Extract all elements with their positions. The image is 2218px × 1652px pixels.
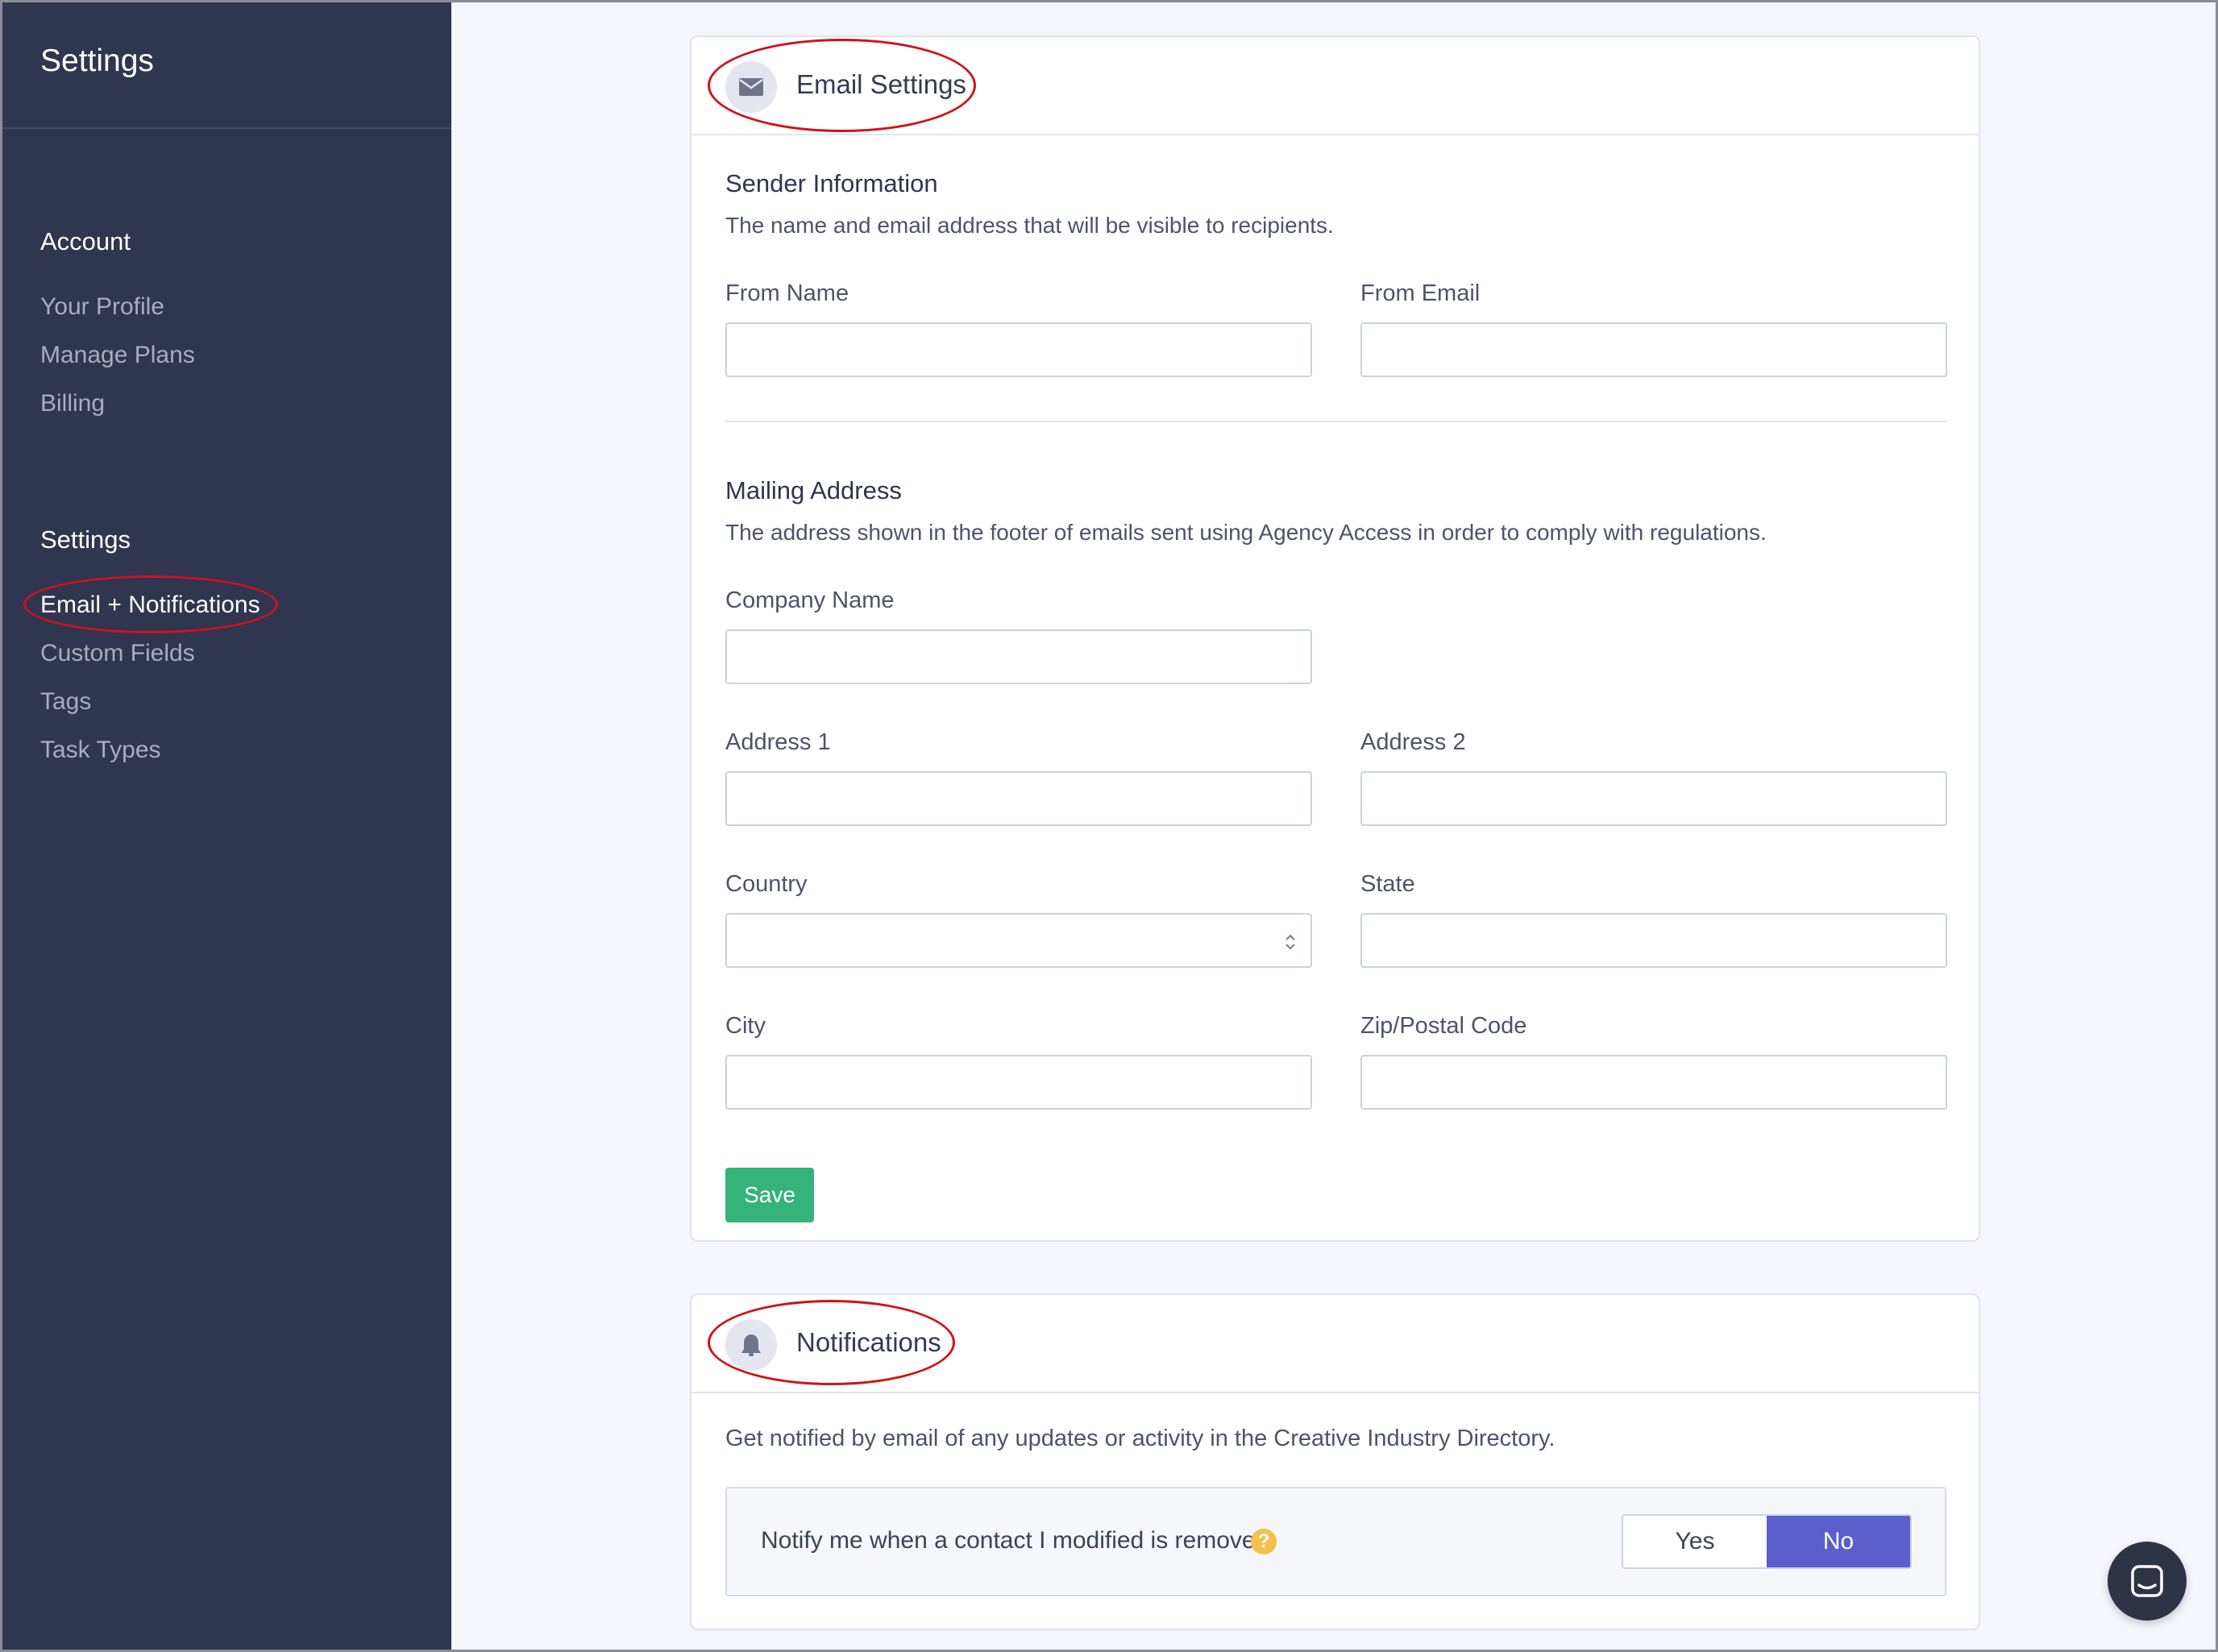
yes-no-toggle: Yes No [1622,1514,1912,1569]
select-arrows-icon [1286,934,1295,950]
sidebar-title: Settings [40,44,154,78]
notifications-header: Notifications [692,1295,1979,1393]
from-email-input[interactable] [1360,322,1947,377]
address1-label: Address 1 [725,729,831,755]
toggle-yes-option[interactable]: Yes [1623,1516,1767,1567]
address2-input[interactable] [1360,771,1947,826]
sender-information-description: The name and email address that will be … [725,213,1334,238]
sidebar-divider [0,127,451,129]
notifications-description: Get notified by email of any updates or … [725,1426,1556,1451]
sidebar: Settings Account Your Profile Manage Pla… [0,0,451,1652]
sidebar-item-email-notifications[interactable]: Email + Notifications [40,591,260,619]
envelope-icon [725,61,777,113]
section-divider [725,421,1946,422]
sidebar-item-tags[interactable]: Tags [40,688,91,716]
bell-icon [725,1319,777,1371]
email-settings-card: Email Settings Sender Information The na… [690,35,1980,1242]
sidebar-item-manage-plans[interactable]: Manage Plans [40,342,195,369]
toggle-no-option[interactable]: No [1767,1516,1910,1567]
email-settings-header: Email Settings [692,37,1979,135]
state-input[interactable] [1360,913,1947,968]
country-label: Country [725,871,808,897]
chat-icon [2131,1565,2163,1597]
notification-setting-label: Notify me when a contact I modified is r… [761,1527,1269,1554]
mailing-address-description: The address shown in the footer of email… [725,520,1767,545]
notifications-card: Notifications Get notified by email of a… [690,1293,1980,1630]
save-button[interactable]: Save [725,1168,814,1222]
sidebar-item-custom-fields[interactable]: Custom Fields [40,640,195,667]
from-name-label: From Name [725,280,849,306]
country-select[interactable] [725,913,1312,968]
sidebar-heading-account: Account [40,227,131,255]
notification-setting-row: Notify me when a contact I modified is r… [725,1487,1946,1596]
city-label: City [725,1013,766,1039]
address2-label: Address 2 [1360,729,1466,755]
company-name-input[interactable] [725,629,1312,684]
notifications-title: Notifications [796,1327,941,1357]
sidebar-heading-settings: Settings [40,525,131,554]
zip-label: Zip/Postal Code [1360,1013,1527,1039]
sidebar-item-your-profile[interactable]: Your Profile [40,293,164,321]
company-name-label: Company Name [725,587,895,613]
email-settings-title: Email Settings [796,69,966,99]
help-icon[interactable]: ? [1251,1529,1277,1554]
sidebar-item-task-types[interactable]: Task Types [40,737,161,764]
sender-information-title: Sender Information [725,169,938,197]
address1-input[interactable] [725,771,1312,826]
from-name-input[interactable] [725,322,1312,377]
from-email-label: From Email [1360,280,1481,306]
city-input[interactable] [725,1055,1312,1110]
sidebar-item-billing[interactable]: Billing [40,390,105,417]
state-label: State [1360,871,1415,897]
zip-input[interactable] [1360,1055,1947,1110]
chat-launcher-button[interactable] [2108,1542,2187,1621]
mailing-address-title: Mailing Address [725,476,902,504]
